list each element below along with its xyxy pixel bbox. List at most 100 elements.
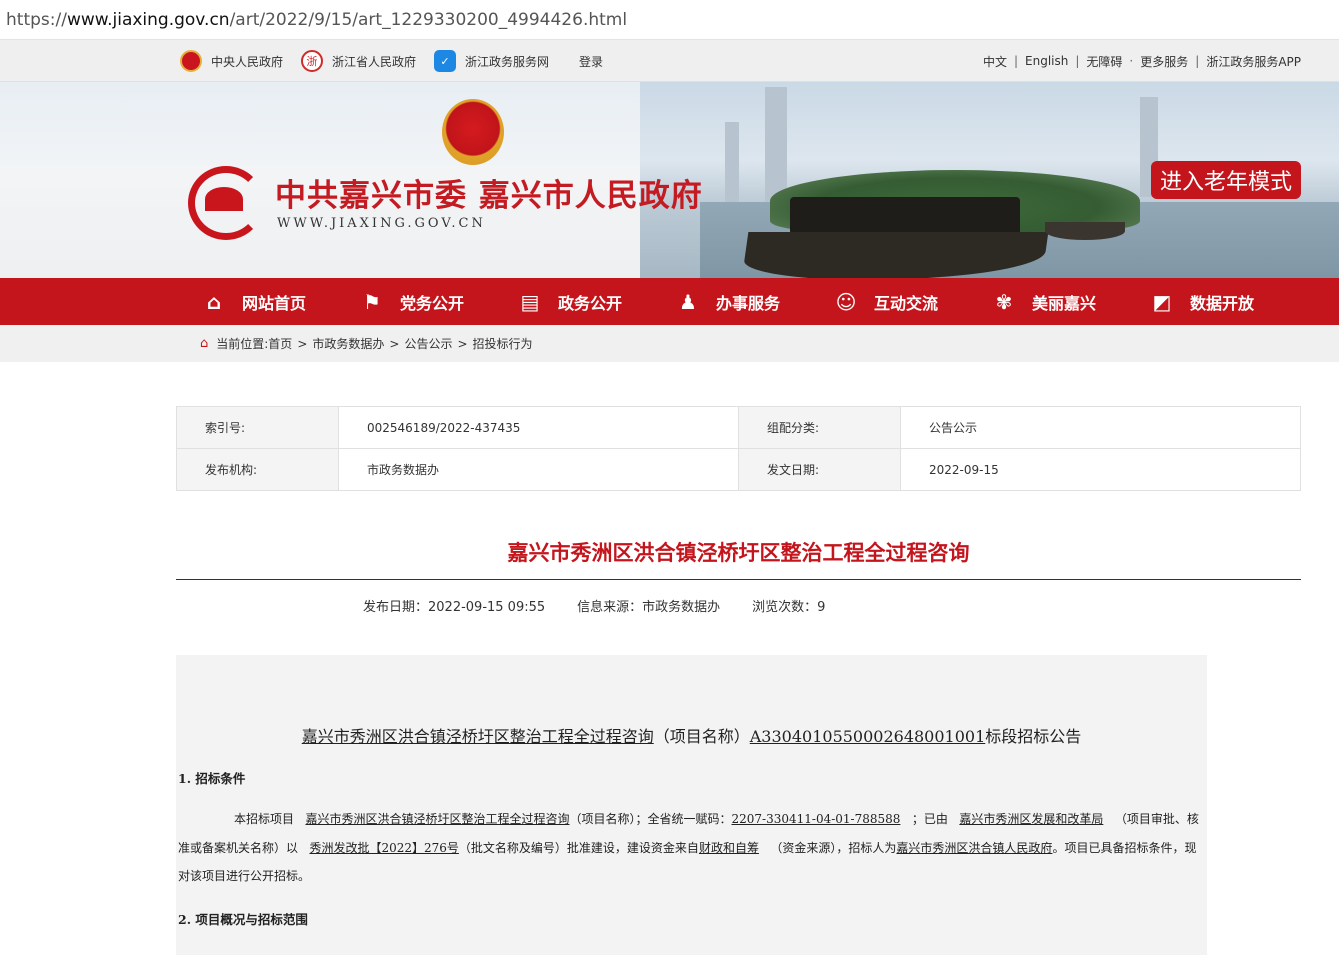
- nav-services-label: 办事服务: [716, 293, 781, 313]
- jiaxing-logo-icon: [188, 166, 264, 240]
- nav-services[interactable]: ♟ 办事服务: [674, 278, 832, 325]
- paragraph: 本招标项目 嘉兴市秀洲区洪合镇泾桥圩区整治工程全过程咨询（项目名称）；全省统一赋…: [178, 805, 1202, 891]
- approval-doc: 秀洲发改批【2022】276号: [309, 840, 459, 855]
- breadcrumb: ⌂ 当前位置:首页 > 市政务数据办 > 公告公示 > 招投标行为: [0, 325, 1339, 362]
- text: （资金来源），招标人为: [770, 840, 897, 855]
- national-emblem-icon: [442, 99, 504, 165]
- nav-interaction-label: 互动交流: [874, 293, 939, 313]
- article-title: 嘉兴市秀洲区洪合镇泾桥圩区整治工程全过程咨询: [507, 541, 970, 565]
- info-source: 信息来源：市政务数据办: [577, 600, 721, 615]
- party-flag-icon: ⚑: [363, 289, 381, 314]
- tenderer: 嘉兴市秀洲区洪合镇人民政府: [896, 840, 1053, 855]
- url-path: /art/2022/9/15/art_1229330200_4994426.ht…: [229, 9, 628, 30]
- document-metadata-table: 索引号: 002546189/2022-437435 组配分类: 公告公示 发布…: [176, 406, 1301, 491]
- date-value: 2022-09-15: [900, 448, 1301, 491]
- accessibility-link[interactable]: 无障碍: [1086, 53, 1122, 70]
- main-navigation: ⌂ 网站首页 ⚑ 党务公开 ▤ 政务公开 ♟ 办事服务 ☺ 互动交流 ✾ 美丽嘉兴 ◩ 数据开…: [0, 278, 1339, 325]
- nav-beautiful-jiaxing-label: 美丽嘉兴: [1032, 293, 1097, 313]
- divider: [176, 579, 1301, 580]
- nav-interaction[interactable]: ☺ 互动交流: [832, 278, 990, 325]
- table-row: 索引号: 002546189/2022-437435 组配分类: 公告公示: [176, 406, 1301, 449]
- small-boat: [1045, 222, 1125, 240]
- index-value: 002546189/2022-437435: [338, 406, 739, 449]
- publish-date: 发布日期：2022-09-15 09:55: [363, 600, 546, 615]
- notice-heading-mid: （项目名称）: [653, 727, 750, 746]
- breadcrumb-item[interactable]: 市政务数据办: [312, 335, 384, 352]
- text: 本招标项目: [234, 812, 295, 826]
- text: （批文名称及编号）批准建设，建设资金来自: [458, 840, 699, 855]
- service-app-icon: ✓: [434, 50, 457, 72]
- lang-chinese-link[interactable]: 中文: [983, 53, 1007, 70]
- separator: |: [1195, 54, 1200, 68]
- approval-dept: 嘉兴市秀洲区发展和改革局: [959, 812, 1104, 826]
- org-value: 市政务数据办: [338, 448, 739, 491]
- zhejiang-logo-icon: 浙: [301, 50, 324, 72]
- breadcrumb-separator: >: [389, 336, 400, 351]
- top-utility-bar: 中央人民政府 浙 浙江省人民政府 ✓ 浙江政务服务网 登录 中文 | Engli…: [0, 40, 1339, 82]
- document-icon: ▤: [520, 289, 540, 314]
- palm-tree-icon: ✾: [995, 289, 1013, 314]
- link-zhejiang-service-label: 浙江政务服务网: [465, 54, 550, 69]
- breadcrumb-item[interactable]: 招投标行为: [473, 335, 533, 352]
- article-info: 发布日期：2022-09-15 09:55 信息来源：市政务数据办 浏览次数：9: [363, 596, 825, 615]
- senior-mode-button[interactable]: 进入老年模式: [1151, 161, 1301, 199]
- separator: ·: [1129, 54, 1134, 68]
- breadcrumb-home[interactable]: 当前位置:首页: [216, 335, 292, 352]
- text: （项目名称）；全省统一赋码：: [569, 812, 732, 826]
- site-title: 中共嘉兴市委 嘉兴市人民政府: [275, 178, 703, 214]
- table-row: 发布机构: 市政务数据办 发文日期: 2022-09-15: [176, 448, 1301, 491]
- url-prefix: https://: [6, 9, 67, 30]
- link-zhejiang-government-label: 浙江省人民政府: [332, 54, 417, 69]
- login-link[interactable]: 登录: [579, 53, 603, 70]
- home-icon: ⌂: [200, 336, 209, 351]
- project-name: 嘉兴市秀洲区洪合镇泾桥圩区整治工程全过程咨询: [305, 812, 570, 826]
- category-value: 公告公示: [900, 406, 1301, 449]
- url-host: www.jiaxing.gov.cn: [66, 9, 230, 30]
- view-count: 浏览次数：9: [752, 600, 826, 615]
- breadcrumb-separator: >: [457, 336, 468, 351]
- nav-government-affairs[interactable]: ▤ 政务公开: [516, 278, 674, 325]
- org-label: 发布机构:: [176, 448, 339, 491]
- nav-government-affairs-label: 政务公开: [558, 293, 623, 313]
- nav-open-data[interactable]: ◩ 数据开放: [1148, 278, 1306, 325]
- national-emblem-icon: [180, 50, 202, 72]
- nav-home-label: 网站首页: [242, 293, 307, 313]
- date-label: 发文日期:: [738, 448, 901, 491]
- link-central-government-label: 中央人民政府: [211, 54, 284, 69]
- red-boat-icon: [790, 197, 1020, 235]
- nav-beautiful-jiaxing[interactable]: ✾ 美丽嘉兴: [990, 278, 1148, 325]
- notice-heading-code: A3304010550002648001001: [749, 727, 986, 746]
- header-banner: 中共嘉兴市委 嘉兴市人民政府 WWW.JIAXING.GOV.CN 进入老年模式: [0, 82, 1339, 278]
- service-app-link[interactable]: 浙江政务服务APP: [1206, 53, 1301, 70]
- banner-building: [765, 87, 787, 202]
- link-central-government[interactable]: 中央人民政府: [180, 50, 283, 72]
- breadcrumb-item[interactable]: 公告公示: [404, 335, 452, 352]
- nav-party-affairs-label: 党务公开: [400, 293, 465, 313]
- article-body: 嘉兴市秀洲区洪合镇泾桥圩区整治工程全过程咨询（项目名称）A33040105500…: [176, 655, 1207, 955]
- lang-english-link[interactable]: English: [1025, 54, 1068, 68]
- people-icon: ☺: [835, 289, 857, 314]
- separator: |: [1075, 54, 1080, 68]
- person-service-icon: ♟: [679, 289, 697, 314]
- notice-heading: 嘉兴市秀洲区洪合镇泾桥圩区整治工程全过程咨询（项目名称）A33040105500…: [176, 723, 1207, 747]
- site-domain: WWW.JIAXING.GOV.CN: [277, 216, 486, 231]
- more-services-link[interactable]: 更多服务: [1140, 53, 1188, 70]
- link-zhejiang-service[interactable]: ✓ 浙江政务服务网: [434, 50, 549, 72]
- separator: |: [1013, 54, 1019, 68]
- nav-home[interactable]: ⌂ 网站首页: [200, 278, 358, 325]
- category-label: 组配分类:: [738, 406, 901, 449]
- link-zhejiang-government[interactable]: 浙 浙江省人民政府: [301, 50, 416, 72]
- nav-open-data-label: 数据开放: [1190, 293, 1255, 313]
- address-bar[interactable]: https://www.jiaxing.gov.cn/art/2022/9/15…: [0, 0, 1339, 40]
- text: ；已由: [911, 812, 948, 826]
- project-code: 2207-330411-04-01-788588: [731, 812, 901, 826]
- nav-party-affairs[interactable]: ⚑ 党务公开: [358, 278, 516, 325]
- fund-source: 财政和自筹: [698, 840, 759, 855]
- notice-heading-tail: 标段招标公告: [985, 727, 1082, 746]
- index-label: 索引号:: [176, 406, 339, 449]
- data-icon: ◩: [1152, 289, 1172, 314]
- breadcrumb-separator: >: [297, 336, 308, 351]
- home-icon: ⌂: [206, 289, 222, 314]
- banner-building: [725, 122, 739, 202]
- notice-heading-project: 嘉兴市秀洲区洪合镇泾桥圩区整治工程全过程咨询: [301, 727, 654, 746]
